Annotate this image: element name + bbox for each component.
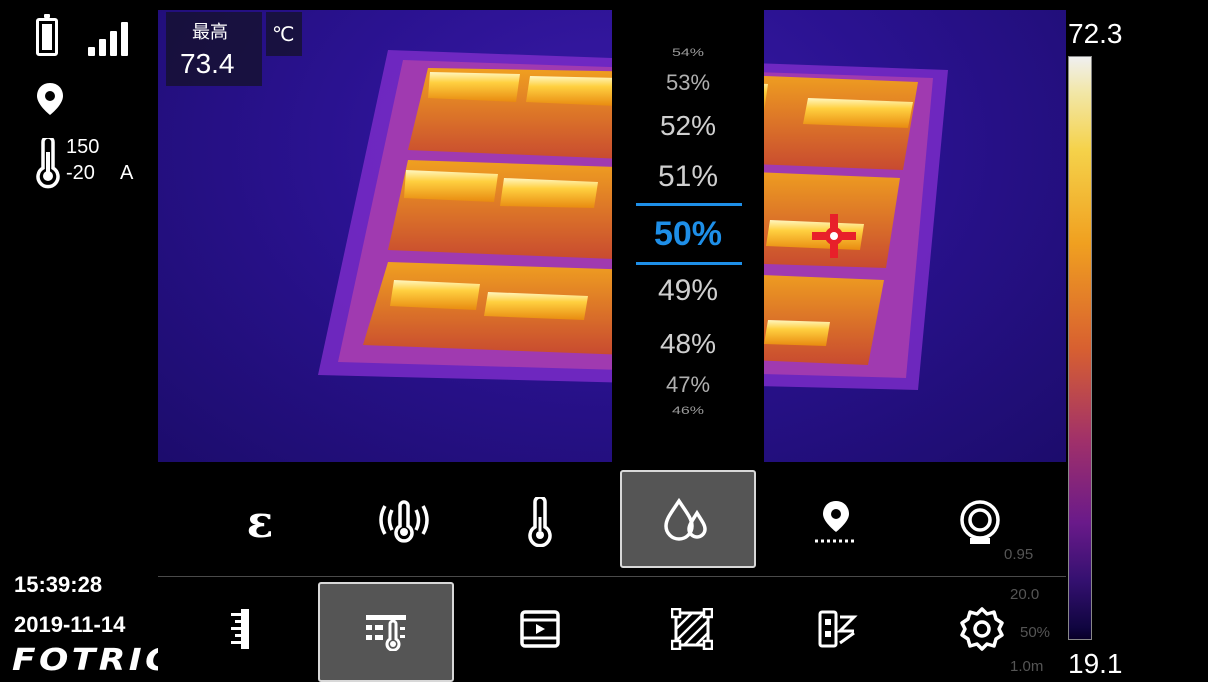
picker-option[interactable]: 51% (612, 160, 764, 194)
param-distance: 1.0m (1010, 658, 1044, 675)
temp-unit: ℃ (272, 24, 295, 46)
params-thermo-icon (366, 615, 406, 651)
param-reflected-temp: 20.0 (1010, 586, 1040, 603)
max-temp-value: 73.4 (180, 48, 235, 79)
ambient-temp-button[interactable] (480, 474, 600, 570)
humidity-picker[interactable]: 54% 53% 52% 51% 50% 49% 48% 47% 46% (612, 10, 764, 462)
ruler-icon (231, 609, 249, 649)
range-high: 150 (66, 136, 100, 158)
film-icon (520, 610, 560, 648)
thermometer-range-icon (36, 138, 60, 189)
area-hatch-icon (671, 608, 713, 650)
distance-pin-icon (815, 501, 857, 543)
range-mode: A (120, 162, 134, 184)
picker-option[interactable]: 54% (612, 47, 764, 60)
picker-option-selected[interactable]: 50% (612, 215, 764, 254)
layout-button[interactable] (778, 584, 898, 674)
clock-date: 2019-11-14 (14, 612, 126, 637)
thermometer-icon (528, 497, 552, 547)
param-humidity: 50% (1020, 624, 1051, 641)
video-button[interactable] (480, 584, 600, 674)
emissivity-button[interactable]: ε (200, 474, 320, 570)
scale-min-value: 19.1 (1068, 648, 1123, 679)
gear-icon (960, 607, 1004, 651)
picker-option[interactable]: 48% (612, 328, 764, 360)
menu-divider (158, 576, 1066, 577)
parameter-menu: ε (158, 462, 1066, 576)
lens-icon (960, 500, 1000, 544)
main-menu (158, 578, 1066, 682)
picker-selection-line-bottom (636, 262, 742, 265)
reflected-temp-button[interactable] (344, 474, 464, 570)
param-emissivity: 0.95 (1004, 546, 1034, 563)
picker-option[interactable]: 46% (612, 405, 764, 418)
status-column: 150 -20 A 15:39:28 2019-11-14 FOTRIC (0, 0, 170, 682)
picker-option[interactable]: 49% (612, 274, 764, 308)
battery-icon (36, 14, 58, 56)
brand-logo: FOTRIC (12, 643, 174, 678)
reflected-temp-icon (379, 500, 429, 543)
clock-time: 15:39:28 (14, 572, 103, 597)
picker-selection-line-top (636, 203, 742, 206)
color-scale-bar[interactable] (1068, 56, 1092, 640)
epsilon-icon: ε (246, 496, 274, 548)
humidity-button[interactable] (620, 470, 756, 568)
picker-option[interactable]: 52% (612, 110, 764, 142)
measure-params-button[interactable] (318, 582, 454, 682)
humidity-drops-icon (664, 497, 707, 541)
max-temp-label: 最高 (192, 22, 228, 42)
picker-option[interactable]: 47% (612, 372, 764, 398)
palette-scale-button[interactable] (180, 584, 300, 674)
scale-max-value: 72.3 (1068, 18, 1123, 49)
picker-option[interactable]: 53% (612, 70, 764, 96)
signal-icon (88, 22, 132, 56)
distance-button[interactable] (776, 474, 896, 570)
range-low: -20 (66, 162, 95, 184)
area-button[interactable] (632, 584, 752, 674)
layout-icon (818, 610, 858, 648)
location-pin-icon (37, 83, 63, 115)
